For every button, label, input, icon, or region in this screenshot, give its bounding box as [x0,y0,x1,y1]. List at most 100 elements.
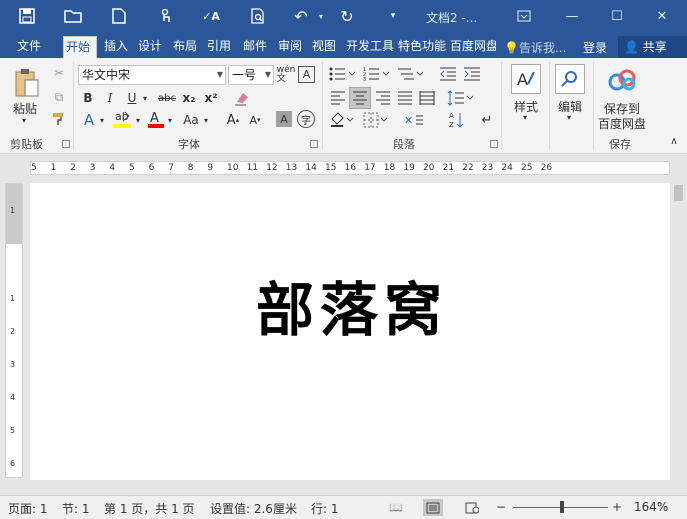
save-to-baidu-line2[interactable]: 百度网盘 [598,115,646,132]
touch-mode-icon[interactable] [155,6,177,26]
status-page[interactable]: 页面: 1 [8,500,48,517]
read-mode-icon[interactable]: 📖 [386,499,406,516]
editing-dropdown-icon[interactable]: ▾ [567,113,571,122]
tab-review[interactable]: 审阅 [276,36,304,58]
collapse-ribbon-icon[interactable]: ∧ [667,134,681,148]
web-layout-icon[interactable] [462,499,482,516]
clear-formatting-icon[interactable] [232,88,252,108]
tab-baidu-netdisk[interactable]: 百度网盘 [448,36,496,58]
font-name-combo[interactable]: 华文中宋 ▼ [78,65,226,85]
new-document-icon[interactable] [108,6,130,26]
enclose-characters-button[interactable]: 字 [297,110,315,128]
tab-developer[interactable]: 开发工具 [344,36,394,58]
font-color-icon[interactable]: A [146,108,166,130]
horizontal-ruler[interactable]: 5 1 2 3 4 5 6 7 8 9 10 11 12 13 14 15 16 17 18 19 20 21 22 23 24… [0,155,687,183]
subscript-button[interactable]: x₂ [180,89,198,107]
align-right-icon[interactable] [373,88,393,108]
save-icon[interactable] [16,6,38,26]
close-icon[interactable]: ✕ [650,6,674,26]
tab-file[interactable]: 文件 [15,36,43,58]
ribbon-display-icon[interactable] [512,6,536,26]
change-case-button[interactable]: Aa [180,110,202,130]
clipboard-launcher-icon[interactable] [62,140,70,148]
numbering-icon[interactable]: 123 [362,64,390,84]
font-launcher-icon[interactable] [310,140,318,148]
tab-insert[interactable]: 插入 [102,36,130,58]
bold-button[interactable]: B [80,89,96,107]
minimize-icon[interactable]: — [560,6,584,26]
open-folder-icon[interactable] [62,6,84,26]
tell-me-box[interactable]: 💡告诉我... [504,39,566,56]
tab-references[interactable]: 引用 [205,36,233,58]
baidu-cloud-icon[interactable] [606,66,640,94]
shrink-font-button[interactable]: A ▾ [246,110,264,130]
decrease-indent-icon[interactable] [438,64,458,84]
vertical-ruler[interactable]: 1 1 2 3 4 5 6 [5,183,23,478]
italic-button[interactable]: I [102,89,118,107]
scrollbar-thumb[interactable] [674,185,683,201]
change-case-dropdown-icon[interactable]: ▾ [202,110,210,130]
superscript-button[interactable]: x² [202,89,220,107]
find-icon[interactable] [555,64,585,94]
justify-icon[interactable] [395,88,415,108]
shading-icon[interactable] [328,110,356,130]
underline-dropdown-icon[interactable]: ▾ [140,89,150,107]
phonetic-guide-icon[interactable]: wén 文 [277,65,296,85]
share-button[interactable]: 👤 共享 [618,36,687,58]
tab-mailings[interactable]: 邮件 [241,36,269,58]
character-border-icon[interactable]: A [298,66,315,83]
vertical-scrollbar[interactable] [670,183,687,495]
text-effects-dropdown-icon[interactable]: ▾ [98,110,106,130]
text-effects-button[interactable]: A [80,110,98,130]
status-section[interactable]: 节: 1 [62,500,90,517]
strikethrough-button[interactable]: abc [156,89,178,107]
paste-dropdown-icon[interactable]: ▾ [22,116,26,125]
print-preview-icon[interactable] [247,6,269,26]
copy-icon[interactable]: ⧉ [50,88,68,106]
paste-icon[interactable] [12,66,42,100]
redo-icon[interactable]: ↻ [336,6,358,26]
zoom-out-button[interactable]: − [496,500,506,514]
align-left-icon[interactable] [328,88,348,108]
styles-dropdown-icon[interactable]: ▾ [523,113,527,122]
customize-qat-icon[interactable]: ▾ [382,6,404,26]
print-layout-icon[interactable] [423,499,443,516]
bullets-icon[interactable] [328,64,356,84]
grow-font-button[interactable]: A ▴ [224,110,242,130]
align-center-icon[interactable] [349,87,371,109]
zoom-level[interactable]: 164% [634,500,668,514]
paste-button[interactable]: 粘贴 [13,100,37,117]
document-text[interactable]: 部落窝 [256,263,448,347]
status-line[interactable]: 行: 1 [311,500,339,517]
show-formatting-marks-icon[interactable]: ↵ [478,110,496,130]
chinese-layout-icon[interactable]: ✕ [402,110,426,130]
styles-gallery-icon[interactable]: A [511,64,541,94]
tab-layout[interactable]: 布局 [171,36,199,58]
status-page-count[interactable]: 第 1 页，共 1 页 [104,500,195,517]
tab-design[interactable]: 设计 [136,36,164,58]
status-position[interactable]: 设置值: 2.6厘米 [210,500,297,517]
distributed-icon[interactable] [417,88,437,108]
document-page[interactable]: 部落窝 [30,183,670,480]
paragraph-launcher-icon[interactable] [490,140,498,148]
font-size-combo[interactable]: 一号 ▼ [228,65,274,85]
spelling-icon[interactable]: ✓A [200,6,222,26]
cut-icon[interactable]: ✂ [50,64,68,82]
undo-dropdown-icon[interactable]: ▾ [310,6,332,26]
zoom-in-button[interactable]: + [612,500,622,514]
line-spacing-icon[interactable] [446,88,474,108]
undo-icon[interactable]: ↶ [290,6,312,26]
format-painter-icon[interactable] [50,110,68,128]
tab-home[interactable]: 开始 [63,36,97,58]
tab-view[interactable]: 视图 [310,36,338,58]
login-link[interactable]: 登录 [583,39,607,56]
font-color-dropdown-icon[interactable]: ▾ [166,110,174,130]
borders-icon[interactable] [362,110,390,130]
multilevel-list-icon[interactable] [396,64,424,84]
sort-icon[interactable]: AZ [447,110,467,130]
zoom-slider-knob[interactable] [560,501,564,513]
highlight-dropdown-icon[interactable]: ▾ [134,110,142,130]
maximize-icon[interactable]: ☐ [605,6,629,26]
underline-button[interactable]: U [124,89,140,107]
highlight-color-icon[interactable]: ab [110,108,134,130]
